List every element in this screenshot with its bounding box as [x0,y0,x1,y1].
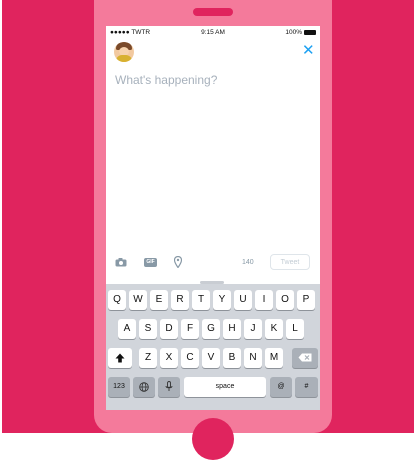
key-x[interactable]: X [160,348,178,368]
key-e[interactable]: E [150,290,168,310]
microphone-icon [165,381,173,391]
battery-percent: 100% [285,29,302,36]
backspace-icon [298,353,312,362]
numbers-key[interactable]: 123 [108,377,130,397]
dictation-key[interactable] [158,377,180,397]
key-n[interactable]: N [244,348,262,368]
key-f[interactable]: F [181,319,199,339]
globe-icon [139,382,149,392]
key-z[interactable]: Z [139,348,157,368]
key-q[interactable]: Q [108,290,126,310]
close-icon[interactable]: ✕ [302,43,315,58]
space-key[interactable]: space [184,377,266,397]
key-s[interactable]: S [139,319,157,339]
shift-key[interactable] [108,348,132,368]
status-bar: ●●●●● TWTR 9:15 AM 100% [106,26,320,40]
at-key[interactable]: @ [270,377,292,397]
home-button[interactable] [192,418,234,460]
key-i[interactable]: I [255,290,273,310]
key-o[interactable]: O [276,290,294,310]
key-a[interactable]: A [118,319,136,339]
gif-icon[interactable]: GIF [144,258,157,267]
phone-frame: ●●●●● TWTR 9:15 AM 100% ✕ GIF [94,0,332,460]
key-u[interactable]: U [234,290,252,310]
key-d[interactable]: D [160,319,178,339]
battery-status: 100% [285,29,316,36]
key-l[interactable]: L [286,319,304,339]
key-w[interactable]: W [129,290,147,310]
location-icon[interactable] [174,256,182,268]
key-m[interactable]: M [265,348,283,368]
shift-icon [115,353,125,363]
key-c[interactable]: C [181,348,199,368]
hash-key[interactable]: # [295,377,318,397]
tweet-button[interactable]: Tweet [270,254,310,270]
key-p[interactable]: P [297,290,315,310]
earpiece [193,8,233,16]
character-counter: 140 [242,259,254,266]
key-j[interactable]: J [244,319,262,339]
phone-screen: ●●●●● TWTR 9:15 AM 100% ✕ GIF [106,26,320,410]
key-v[interactable]: V [202,348,220,368]
key-r[interactable]: R [171,290,189,310]
camera-icon[interactable] [115,258,127,267]
key-t[interactable]: T [192,290,210,310]
keyboard: Q W E R T Y U I O P A S D F G H J K L Z … [106,284,320,410]
compose-toolbar: GIF 140 Tweet [106,250,320,274]
battery-icon [304,30,316,35]
globe-key[interactable] [133,377,155,397]
compose-input[interactable] [115,73,305,87]
key-b[interactable]: B [223,348,241,368]
key-g[interactable]: G [202,319,220,339]
delete-key[interactable] [292,348,318,368]
key-k[interactable]: K [265,319,283,339]
avatar[interactable] [114,42,134,62]
key-y[interactable]: Y [213,290,231,310]
key-h[interactable]: H [223,319,241,339]
